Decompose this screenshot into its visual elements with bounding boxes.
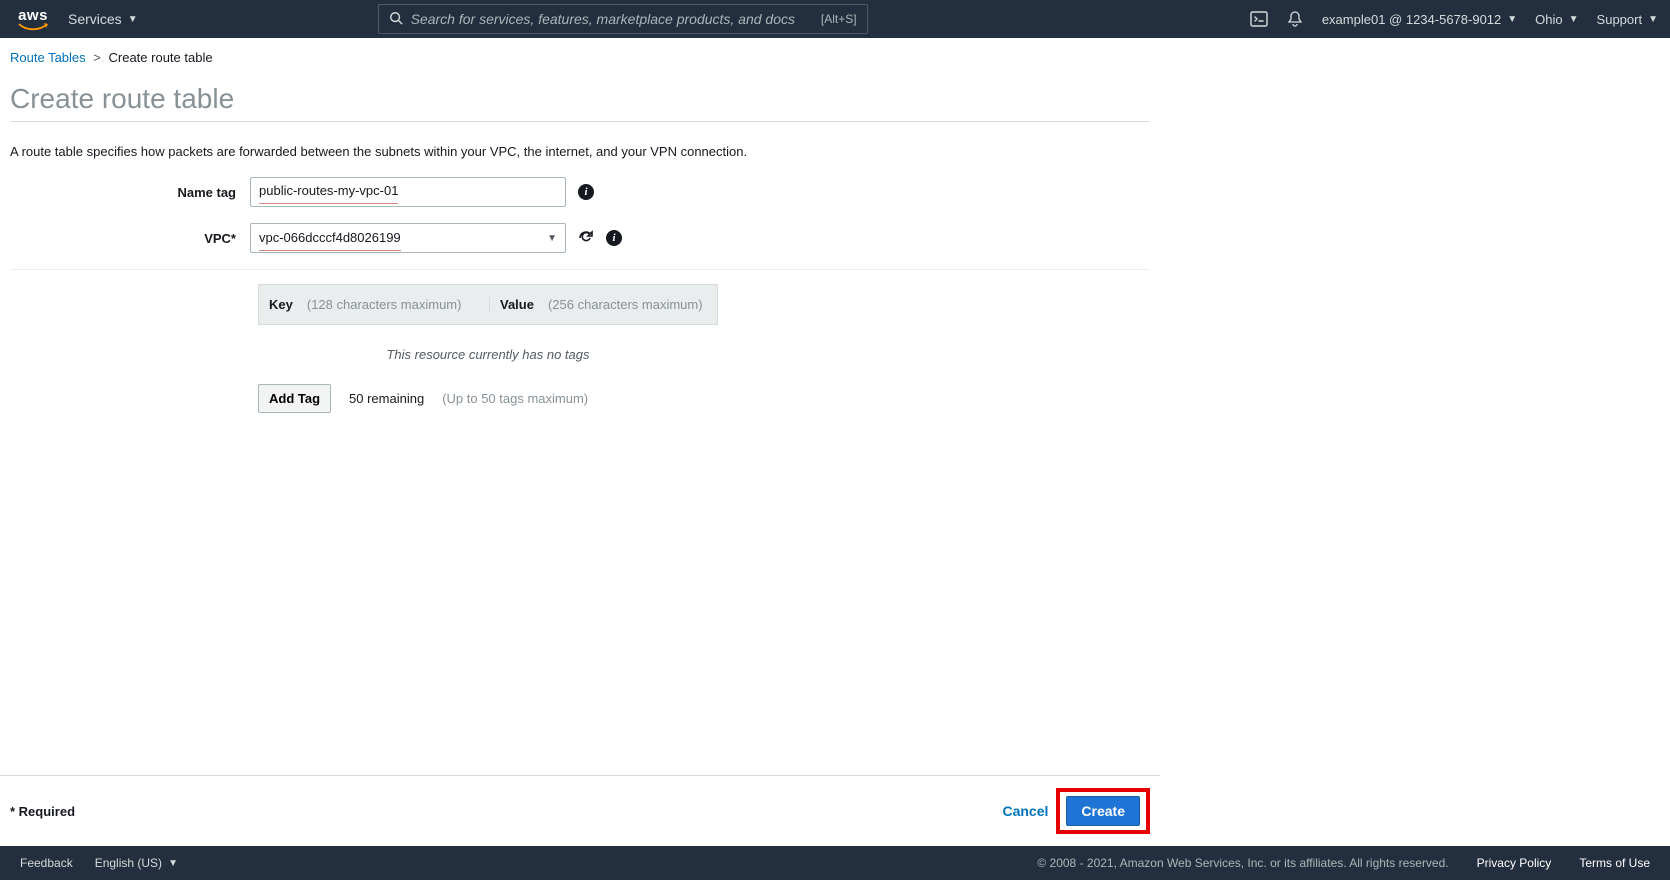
add-tag-button[interactable]: Add Tag <box>258 384 331 413</box>
global-nav: aws Services ▼ Search for services, feat… <box>0 0 1670 38</box>
aws-logo[interactable]: aws <box>18 8 48 31</box>
account-menu[interactable]: example01 @ 1234-5678-9012 ▼ <box>1322 12 1517 27</box>
tags-value-label: Value <box>500 297 534 312</box>
search-icon <box>389 11 403 28</box>
feedback-link[interactable]: Feedback <box>20 856 73 870</box>
breadcrumb-root[interactable]: Route Tables <box>10 50 86 65</box>
create-highlight: Create <box>1056 788 1150 834</box>
name-tag-label: Name tag <box>10 185 250 200</box>
caret-down-icon: ▼ <box>1507 14 1517 25</box>
divider <box>10 269 1150 270</box>
breadcrumb-current: Create route table <box>109 50 213 65</box>
tags-empty-message: This resource currently has no tags <box>258 325 718 384</box>
breadcrumb-separator: > <box>93 50 101 65</box>
info-icon[interactable]: i <box>606 230 622 246</box>
language-label: English (US) <box>95 856 162 870</box>
action-bar: * Required Cancel Create <box>0 775 1160 846</box>
copyright-text: © 2008 - 2021, Amazon Web Services, Inc.… <box>1037 856 1448 870</box>
name-tag-input[interactable]: public-routes-my-vpc-01 <box>250 177 566 207</box>
form-row-name: Name tag public-routes-my-vpc-01 i <box>10 177 1150 207</box>
caret-down-icon: ▼ <box>1569 14 1579 25</box>
tags-value-hint: (256 characters maximum) <box>548 297 703 312</box>
global-footer: Feedback English (US) ▼ © 2008 - 2021, A… <box>0 846 1670 880</box>
vpc-value: vpc-066dcccf4d8026199 <box>259 225 401 251</box>
services-menu[interactable]: Services ▼ <box>68 11 138 27</box>
global-search[interactable]: Search for services, features, marketpla… <box>378 4 868 34</box>
tags-key-hint: (128 characters maximum) <box>307 297 462 312</box>
create-button[interactable]: Create <box>1066 796 1140 826</box>
tags-max-hint: (Up to 50 tags maximum) <box>442 391 588 406</box>
caret-down-icon: ▼ <box>168 858 178 869</box>
page-description: A route table specifies how packets are … <box>10 144 1150 159</box>
vpc-label: VPC* <box>10 231 250 246</box>
info-icon[interactable]: i <box>578 184 594 200</box>
tags-footer: Add Tag 50 remaining (Up to 50 tags maxi… <box>258 384 718 413</box>
vpc-select[interactable]: vpc-066dcccf4d8026199 ▼ <box>250 223 566 253</box>
divider <box>10 121 1150 122</box>
name-tag-value: public-routes-my-vpc-01 <box>259 178 398 204</box>
tags-header: Key (128 characters maximum) Value (256 … <box>258 284 718 325</box>
cloudshell-icon[interactable] <box>1250 10 1268 28</box>
caret-down-icon: ▼ <box>128 14 138 25</box>
search-kbd-hint: [Alt+S] <box>821 12 857 26</box>
form-row-vpc: VPC* vpc-066dcccf4d8026199 ▼ i <box>10 223 1150 253</box>
chevron-down-icon: ▼ <box>547 233 557 244</box>
page-title: Create route table <box>10 83 1150 115</box>
privacy-link[interactable]: Privacy Policy <box>1477 856 1552 870</box>
refresh-icon[interactable] <box>578 230 594 246</box>
terms-link[interactable]: Terms of Use <box>1579 856 1650 870</box>
support-label: Support <box>1597 12 1643 27</box>
required-label: * Required <box>10 804 75 819</box>
language-menu[interactable]: English (US) ▼ <box>95 856 178 870</box>
services-label: Services <box>68 11 122 27</box>
region-menu[interactable]: Ohio ▼ <box>1535 12 1578 27</box>
cancel-button[interactable]: Cancel <box>1002 803 1048 819</box>
tags-key-label: Key <box>269 297 293 312</box>
notifications-icon[interactable] <box>1286 10 1304 28</box>
caret-down-icon: ▼ <box>1648 14 1658 25</box>
tags-remaining: 50 remaining <box>349 391 424 406</box>
aws-smile-icon <box>18 23 48 31</box>
region-label: Ohio <box>1535 12 1562 27</box>
account-label: example01 @ 1234-5678-9012 <box>1322 12 1501 27</box>
search-placeholder: Search for services, features, marketpla… <box>411 11 821 27</box>
support-menu[interactable]: Support ▼ <box>1597 12 1658 27</box>
breadcrumb: Route Tables > Create route table <box>10 50 1150 65</box>
tags-section: Key (128 characters maximum) Value (256 … <box>258 284 718 413</box>
main-content: Route Tables > Create route table Create… <box>0 38 1160 775</box>
